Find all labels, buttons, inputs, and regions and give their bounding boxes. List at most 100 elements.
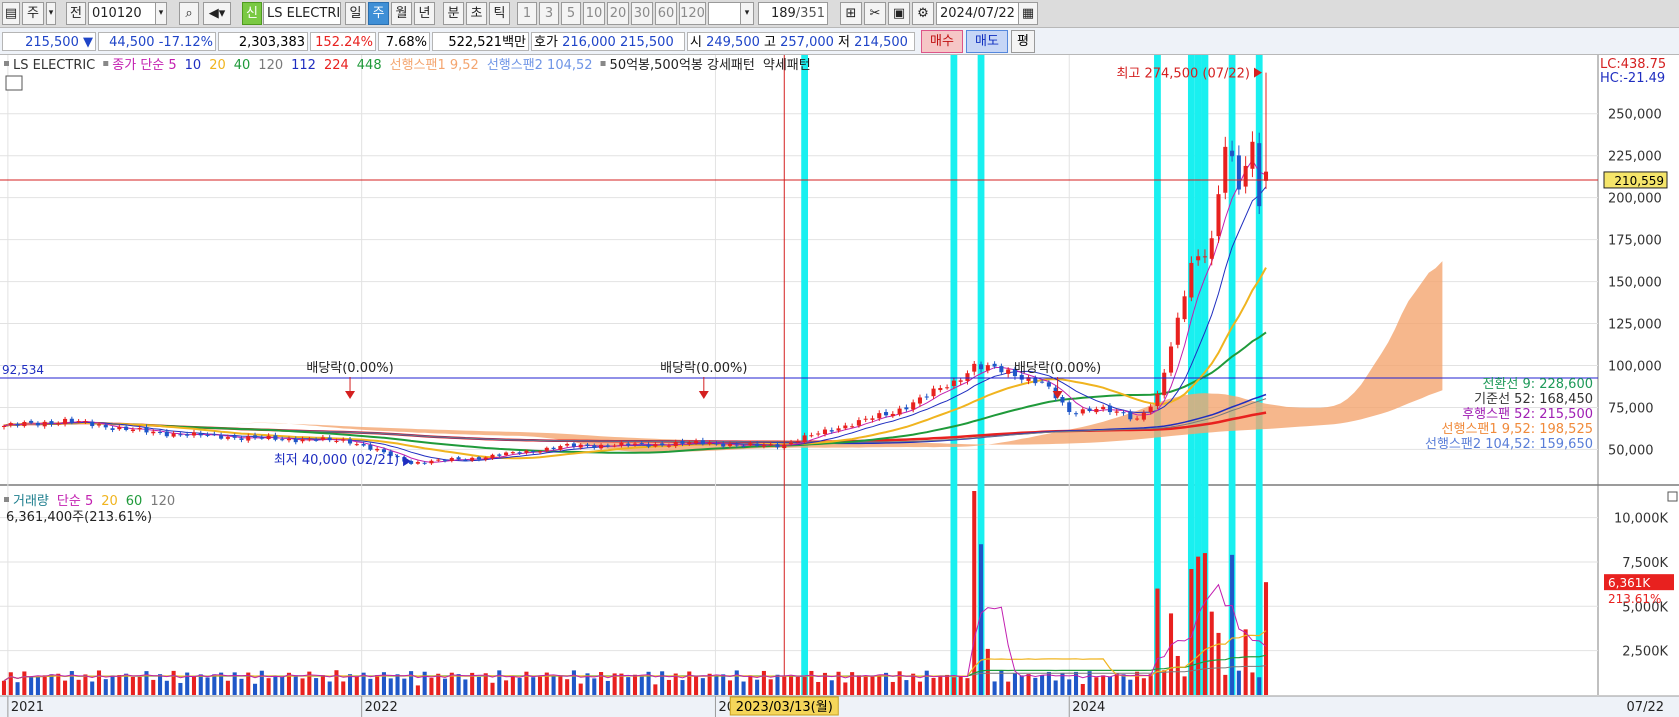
volume-bar bbox=[1080, 683, 1085, 695]
candle-body bbox=[999, 366, 1004, 373]
candle-body bbox=[286, 438, 292, 441]
speaker-icon[interactable]: ◀▾ bbox=[203, 2, 231, 25]
minute-1[interactable]: 1 bbox=[517, 2, 537, 25]
volume-bar bbox=[266, 678, 271, 695]
volume-bar bbox=[958, 675, 963, 695]
minute-20[interactable]: 20 bbox=[607, 2, 629, 25]
buy-button[interactable]: 매수 bbox=[921, 30, 963, 53]
candle-body bbox=[124, 426, 129, 430]
minute-60[interactable]: 60 bbox=[655, 2, 677, 25]
minute-30[interactable]: 30 bbox=[631, 2, 653, 25]
tab-daily[interactable]: 일 bbox=[345, 2, 366, 25]
volume-bar bbox=[191, 675, 197, 695]
period-select[interactable]: 주 bbox=[22, 2, 44, 25]
candle-body bbox=[646, 444, 651, 447]
candle-body bbox=[517, 452, 522, 454]
code-dropdown-icon[interactable]: ▾ bbox=[155, 2, 167, 25]
date-input[interactable]: 2024/07/22 bbox=[936, 2, 1024, 25]
zoom-icon[interactable]: ✂ bbox=[864, 2, 886, 25]
volume-bar bbox=[666, 679, 671, 695]
candle-body bbox=[1182, 296, 1187, 320]
candle-body bbox=[1148, 406, 1153, 413]
price-axis-tick: 225,000 bbox=[1608, 150, 1662, 165]
ohlc-values: 시 249,500 고 257,000 저 214,500 bbox=[687, 32, 915, 51]
candle-body bbox=[897, 408, 902, 415]
candle-body bbox=[273, 435, 278, 440]
price-legend-item: 40 bbox=[234, 58, 251, 73]
volume-bar bbox=[1128, 679, 1133, 695]
candle-body bbox=[714, 443, 719, 445]
prev-button[interactable]: 전 bbox=[66, 2, 86, 25]
tab-weekly[interactable]: 주 bbox=[368, 2, 389, 25]
bar-count: 189 bbox=[770, 6, 796, 21]
x-axis-label: 2022 bbox=[365, 700, 398, 715]
sell-button[interactable]: 매도 bbox=[966, 30, 1008, 53]
tab-minute[interactable]: 분 bbox=[443, 2, 464, 25]
volume-bar bbox=[1114, 673, 1119, 695]
search-icon[interactable]: ⌕ bbox=[179, 2, 199, 25]
candle-body bbox=[110, 428, 115, 430]
volume-bar bbox=[83, 674, 88, 695]
volume-bar bbox=[429, 677, 434, 695]
stock-name-field[interactable]: LS ELECTRI bbox=[263, 2, 341, 25]
stock-chart[interactable]: 92,534 최고 274,500 (07/22) 최저 40,000 (02/21… bbox=[0, 55, 1679, 717]
volume-bar bbox=[1257, 677, 1262, 695]
tab-yearly[interactable]: 년 bbox=[414, 2, 435, 25]
dividend-label: 배당락(0.00%) bbox=[660, 361, 747, 376]
layout-icon[interactable]: ▤ bbox=[2, 2, 20, 25]
bar-count-input[interactable]: 189/351 bbox=[758, 2, 828, 25]
volume-bar bbox=[816, 681, 821, 695]
custom-interval-input[interactable] bbox=[708, 2, 744, 25]
volume-bar bbox=[578, 683, 583, 695]
candle-body bbox=[1162, 372, 1167, 396]
minute-3[interactable]: 3 bbox=[539, 2, 559, 25]
minute-10[interactable]: 10 bbox=[583, 2, 605, 25]
x-axis-label: 2021 bbox=[11, 700, 44, 715]
volume-bar bbox=[605, 680, 610, 695]
candle-body bbox=[734, 444, 739, 446]
volume-bar bbox=[103, 679, 108, 695]
save-icon[interactable]: ▣ bbox=[888, 2, 910, 25]
tab-monthly[interactable]: 월 bbox=[391, 2, 412, 25]
candle-body bbox=[1101, 406, 1106, 410]
candle-body bbox=[151, 431, 156, 434]
candle-body bbox=[795, 441, 800, 443]
calendar-icon[interactable]: ▦ bbox=[1018, 2, 1038, 25]
price-axis-tick: 175,000 bbox=[1608, 234, 1662, 249]
average-button[interactable]: 평 bbox=[1011, 30, 1035, 53]
current-volume-tag: 6,361K bbox=[1608, 576, 1651, 590]
volume-bar bbox=[843, 682, 848, 695]
candle-body bbox=[35, 422, 40, 426]
candle-body bbox=[1, 425, 7, 428]
volume-legend-item: 20 bbox=[101, 494, 118, 509]
volume-bar bbox=[117, 675, 122, 695]
volume-bar bbox=[938, 676, 943, 695]
volume-bar bbox=[789, 675, 794, 695]
period-dropdown-icon[interactable]: ▾ bbox=[46, 2, 56, 25]
candle-body bbox=[1236, 155, 1241, 190]
crosshair-icon[interactable]: ⊞ bbox=[840, 2, 862, 25]
candle-body bbox=[694, 440, 699, 444]
candle-body bbox=[531, 451, 536, 453]
interval-dropdown-icon[interactable]: ▾ bbox=[740, 2, 754, 25]
volume-bar bbox=[415, 685, 420, 695]
volume-bar bbox=[76, 679, 81, 695]
candle-body bbox=[911, 402, 916, 410]
candle-body bbox=[117, 427, 122, 430]
minute-120[interactable]: 120 bbox=[679, 2, 706, 25]
volume-bar bbox=[1216, 632, 1221, 695]
candle-body bbox=[748, 443, 753, 446]
candle-body bbox=[917, 397, 923, 404]
tab-tick[interactable]: 틱 bbox=[489, 2, 510, 25]
candle-body bbox=[599, 444, 604, 449]
tab-second[interactable]: 초 bbox=[466, 2, 487, 25]
volume-bar bbox=[110, 675, 115, 695]
gear-icon[interactable]: ⚙ bbox=[912, 2, 934, 25]
candle-body bbox=[1006, 369, 1011, 374]
candle-body bbox=[1087, 408, 1092, 412]
candle-body bbox=[951, 380, 956, 387]
candle-body bbox=[429, 460, 434, 464]
price-legend-item: 10 bbox=[185, 58, 202, 73]
minute-5[interactable]: 5 bbox=[561, 2, 581, 25]
price-axis-tick: 150,000 bbox=[1608, 276, 1662, 291]
